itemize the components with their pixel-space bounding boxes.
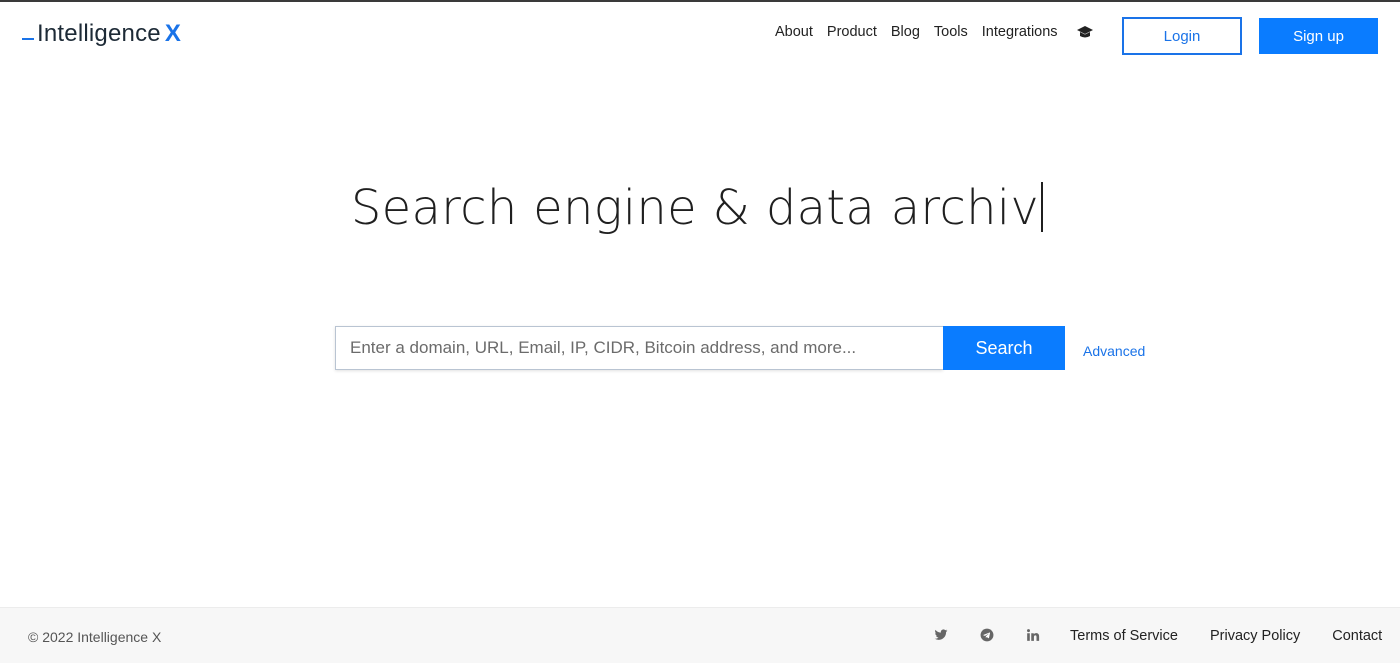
advanced-search-link[interactable]: Advanced [1083,343,1145,359]
contact-link[interactable]: Contact [1332,628,1382,644]
signup-button[interactable]: Sign up [1259,18,1378,54]
login-button[interactable]: Login [1122,17,1242,55]
site-header: Intelligence X About Product Blog Tools … [0,2,1400,68]
telegram-icon[interactable] [980,628,996,644]
nav-product[interactable]: Product [827,24,877,40]
logo-underscore [22,38,34,40]
graduation-cap-icon[interactable] [1076,25,1094,39]
hero-title: Search engine & data archiv [0,180,1394,236]
linkedin-icon[interactable] [1026,628,1042,644]
main-nav: About Product Blog Tools Integrations [775,24,1094,40]
search-input[interactable] [335,326,943,370]
typing-caret [1041,182,1044,232]
privacy-policy-link[interactable]: Privacy Policy [1210,628,1300,644]
social-links [934,628,1042,644]
terms-of-service-link[interactable]: Terms of Service [1070,628,1178,644]
twitter-icon[interactable] [934,628,950,644]
nav-integrations[interactable]: Integrations [982,24,1058,40]
site-footer: © 2022 Intelligence X Terms of Service P… [0,607,1400,663]
site-logo[interactable]: Intelligence X [22,20,181,48]
nav-about[interactable]: About [775,24,813,40]
search-bar: Search [335,326,1065,370]
nav-tools[interactable]: Tools [934,24,968,40]
search-button[interactable]: Search [943,326,1065,370]
copyright-text: © 2022 Intelligence X [28,629,162,645]
footer-links: Terms of Service Privacy Policy Contact [1070,628,1382,644]
logo-x: X [164,20,182,47]
nav-blog[interactable]: Blog [891,24,920,40]
hero-title-text: Search engine & data archiv [350,180,1040,236]
logo-text: Intelligence [37,20,161,47]
